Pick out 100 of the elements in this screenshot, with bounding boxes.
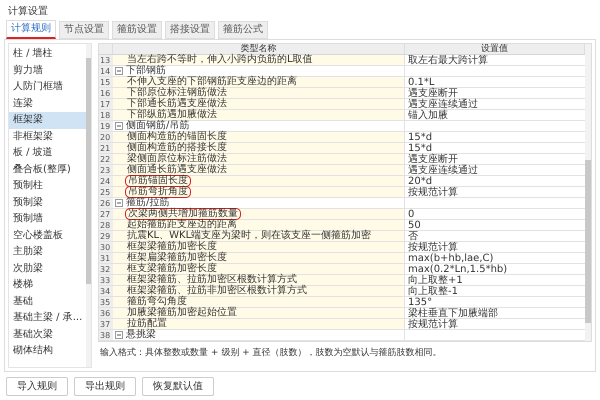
row-number: 30 — [99, 242, 113, 253]
setting-name: 下部通长筋遇支座做法 — [126, 99, 228, 109]
setting-name: 不伸入支座的下部钢筋距支座边的距离 — [126, 77, 298, 87]
value-cell[interactable]: 按规范计算 — [405, 319, 585, 330]
sidebar-item[interactable]: 砌体结构 — [9, 343, 86, 360]
row-number: 33 — [99, 275, 113, 286]
row-number: 29 — [99, 231, 113, 242]
collapse-icon[interactable] — [115, 199, 123, 207]
sidebar-item[interactable]: 连梁 — [9, 96, 86, 112]
sidebar-item[interactable]: 预制梁 — [9, 194, 86, 211]
tab[interactable]: 节点设置 — [59, 21, 109, 39]
value-cell[interactable]: 取左右最大跨计算 — [405, 55, 585, 66]
value-cell[interactable]: 锚入加腋 — [405, 110, 585, 121]
setting-name: 侧面构造筋的搭接长度 — [126, 143, 228, 153]
setting-name: 加腋梁箍筋加密起始位置 — [126, 308, 238, 318]
row-number: 15 — [99, 77, 113, 88]
row-number: 16 — [99, 88, 113, 99]
value-cell[interactable]: 135° — [405, 297, 585, 308]
row-number: 17 — [99, 99, 113, 110]
setting-name: 下部纵筋遇加腋做法 — [126, 110, 218, 120]
sidebar-item[interactable]: 楼梯 — [9, 277, 86, 294]
row-number: 14 — [99, 66, 113, 77]
value-cell[interactable]: 按规范计算 — [405, 242, 585, 253]
row-number: 27 — [99, 209, 113, 220]
sidebar-item[interactable]: 预制柱 — [9, 178, 86, 194]
value-cell[interactable]: 按规范计算 — [405, 187, 585, 198]
sidebar-item[interactable]: 框架梁 — [9, 112, 86, 128]
sidebar-item[interactable]: 柱 / 墙柱 — [9, 46, 86, 62]
value-cell[interactable]: 0 — [405, 209, 585, 220]
tab[interactable]: 搭接设置 — [165, 21, 215, 39]
sidebar-item[interactable]: 叠合板(整厚) — [9, 162, 86, 178]
setting-name: 框架梁箍筋、拉筋非加密区根数计算方式 — [126, 286, 308, 296]
row-number: 26 — [99, 198, 113, 209]
row-number: 23 — [99, 165, 113, 176]
tab[interactable]: 箍筋设置 — [112, 21, 162, 39]
sidebar-item[interactable]: 基础次梁 — [9, 326, 86, 343]
scrollbar[interactable] — [86, 44, 91, 367]
value-cell[interactable]: 向上取整+1 — [405, 275, 585, 286]
row-number: 18 — [99, 110, 113, 121]
value-cell[interactable]: 15*d — [405, 143, 585, 154]
value-cell[interactable]: 遇支座断开 — [405, 88, 585, 99]
row-number: 31 — [99, 253, 113, 264]
sidebar-item[interactable]: 基础主梁 / 承... — [9, 310, 86, 326]
setting-name: 梁侧面原位标注筋做法 — [126, 154, 228, 164]
value-cell[interactable]: 0.1*L — [405, 77, 585, 88]
sidebar-item[interactable]: 预制墙 — [9, 211, 86, 228]
window-title: 计算设置 — [8, 4, 48, 18]
sidebar-item[interactable]: 剪力墙 — [9, 62, 86, 79]
sidebar-item[interactable]: 次肋梁 — [9, 260, 86, 277]
row-number: 28 — [99, 220, 113, 231]
sidebar-item[interactable]: 非框架梁 — [9, 128, 86, 145]
row-number: 36 — [99, 308, 113, 319]
collapse-icon[interactable] — [115, 331, 123, 339]
setting-name: 下部原位标注钢筋做法 — [126, 88, 228, 98]
setting-name: 框架梁箍筋、拉筋加密区根数计算方式 — [126, 275, 297, 285]
tab[interactable]: 箍筋公式 — [218, 21, 268, 39]
row-number: 21 — [99, 143, 113, 154]
setting-name: 框支梁箍筋加密长度 — [126, 264, 218, 274]
sidebar-item[interactable]: 主肋梁 — [9, 244, 86, 260]
value-cell[interactable]: 向上取整-1 — [405, 286, 585, 297]
group-label: 箍筋/拉筋 — [126, 198, 170, 208]
value-cell[interactable]: 遇支座连续通过 — [405, 165, 585, 176]
column-header: 类型名称 — [113, 44, 405, 55]
sidebar-item[interactable]: 空心楼盖板 — [9, 228, 86, 244]
setting-name: 侧面通长筋遇支座做法 — [126, 165, 228, 175]
sidebar-item[interactable]: 基础 — [9, 294, 86, 310]
row-number: 19 — [99, 121, 113, 132]
value-cell[interactable]: 20*d — [405, 176, 585, 187]
group-label: 侧面钢筋/吊筋 — [126, 121, 190, 131]
row-number: 35 — [99, 297, 113, 308]
group-label: 悬挑梁 — [126, 330, 156, 340]
collapse-icon[interactable] — [115, 122, 123, 130]
action-button[interactable]: 导入规则 — [6, 376, 68, 396]
setting-name: 箍筋弯勾角度 — [126, 297, 188, 307]
value-cell[interactable]: max(0.2*Ln,1.5*hb) — [405, 264, 585, 275]
value-cell[interactable]: 梁柱垂直下加腋端部 — [405, 308, 585, 319]
action-button[interactable]: 恢复默认值 — [142, 376, 214, 396]
value-cell[interactable]: max(b+hb,lae,C) — [405, 253, 585, 264]
group-label: 下部钢筋 — [126, 66, 166, 76]
value-cell[interactable]: 遇支座连续通过 — [405, 99, 585, 110]
row-number: 20 — [99, 132, 113, 143]
value-cell[interactable]: 否 — [405, 231, 585, 242]
sidebar-item[interactable]: 板 / 坡道 — [9, 145, 86, 162]
setting-name: 侧面构造筋的锚固长度 — [126, 132, 228, 142]
row-number: 24 — [99, 176, 113, 187]
sidebar-item[interactable]: 人防门框墙 — [9, 79, 86, 96]
setting-name: 次梁两侧共增加箍筋数量 — [128, 209, 239, 219]
row-number: 32 — [99, 264, 113, 275]
row-number: 38 — [99, 330, 113, 341]
value-cell[interactable]: 遇支座断开 — [405, 154, 585, 165]
value-cell[interactable]: 15*d — [405, 132, 585, 143]
row-number: 37 — [99, 319, 113, 330]
action-button[interactable]: 导出规则 — [74, 376, 136, 396]
tab[interactable]: 计算规则 — [6, 20, 56, 39]
value-cell[interactable]: 50 — [405, 220, 585, 231]
setting-name: 拉筋配置 — [126, 319, 168, 329]
setting-name: 抗震KL、WKL端支座为梁时，则在该支座一侧箍筋加密 — [126, 231, 372, 241]
scrollbar[interactable] — [585, 44, 591, 341]
collapse-icon[interactable] — [115, 67, 123, 75]
setting-name: 框架梁箍筋加密长度 — [126, 242, 218, 252]
